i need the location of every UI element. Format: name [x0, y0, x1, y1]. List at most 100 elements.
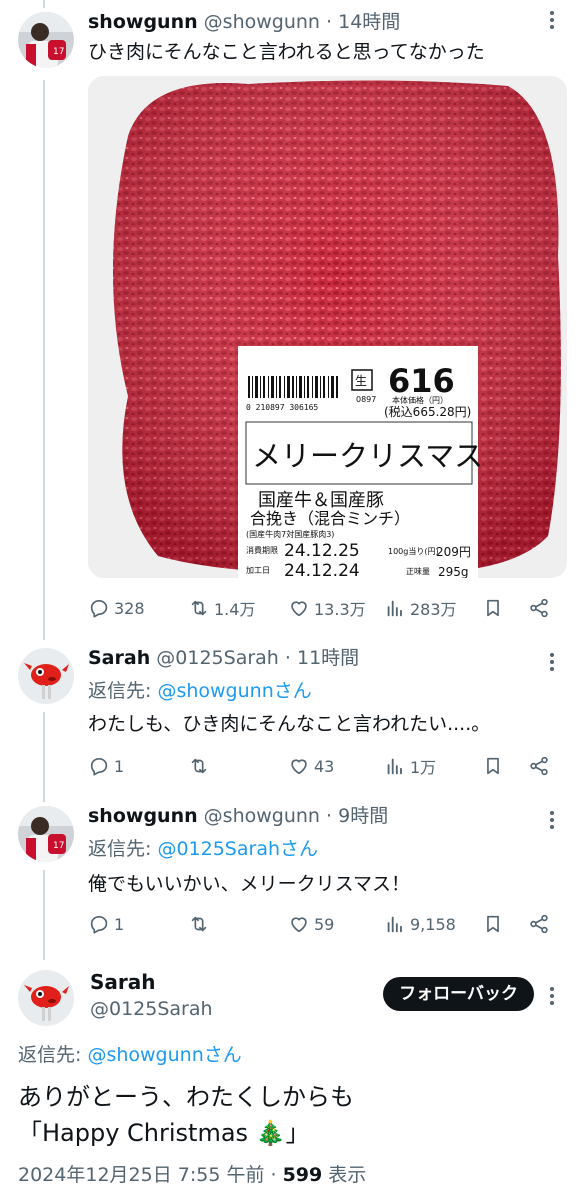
label-unit-price: 209円 — [436, 545, 471, 559]
tweet-text-line1: ありがとーう、わたくしからも — [18, 1083, 354, 1111]
user-handle[interactable]: @showgunn — [204, 11, 320, 33]
label-price-note: 本体価格（円） — [392, 395, 448, 405]
label-product-line1: 国産牛＆国産豚 — [258, 490, 384, 511]
reply-prefix: 返信先: — [88, 838, 158, 860]
label-processed-label: 加工日 — [246, 565, 270, 575]
more-icon[interactable] — [542, 808, 562, 829]
tweet-text-line2: 「Happy Christmas 🎄」 — [18, 1116, 310, 1150]
bookmark-button[interactable] — [482, 910, 508, 938]
retweet-button[interactable]: 1.4万 — [188, 594, 255, 622]
label-price: 616 — [388, 362, 455, 400]
share-button[interactable] — [528, 594, 554, 622]
post-timestamp[interactable]: 2024年12月25日 7:55 午前 — [18, 1164, 264, 1186]
like-button[interactable]: 13.3万 — [288, 594, 366, 622]
like-button[interactable]: 43 — [288, 752, 334, 780]
bookmark-icon — [482, 755, 504, 777]
reply-count: 1 — [114, 756, 125, 776]
share-button[interactable] — [528, 752, 554, 780]
views-icon — [384, 755, 406, 777]
separator: · — [326, 11, 333, 33]
like-count: 13.3万 — [314, 600, 366, 619]
reply-mention-link[interactable]: @showgunnさん — [87, 1044, 241, 1066]
separator: · — [284, 647, 291, 669]
label-tax-price: (税込665.28円) — [384, 405, 471, 419]
views-icon — [384, 913, 406, 935]
text-close: 」 — [285, 1119, 310, 1147]
follow-back-button[interactable]: フォローバック — [383, 977, 534, 1011]
reply-button[interactable]: 328 — [88, 594, 145, 622]
display-name[interactable]: showgunn — [88, 11, 198, 33]
label-unit-label: 100g当り(円) — [388, 546, 439, 556]
label-barcode-number: 0 210897 306165 — [246, 403, 318, 412]
label-product-line2: 合挽き（混合ミンチ） — [250, 509, 410, 528]
separator: · — [326, 805, 333, 827]
separator: · — [264, 1164, 283, 1186]
label-ratio: (国産牛肉7対国産豚肉3) — [246, 529, 334, 539]
tweet-header: showgunn @showgunn · 14時間 — [88, 10, 544, 34]
like-icon — [288, 597, 310, 619]
more-icon[interactable] — [542, 984, 562, 1005]
svg-text:生: 生 — [355, 374, 367, 388]
thread-line-3 — [43, 870, 45, 960]
avatar[interactable] — [18, 970, 74, 1026]
label-expiry: 24.12.25 — [284, 541, 360, 561]
views-icon — [384, 597, 406, 619]
text-open: 「Happy Christmas — [18, 1119, 256, 1147]
like-button[interactable]: 59 — [288, 910, 334, 938]
thread-line-1 — [43, 80, 45, 640]
retweet-icon — [188, 755, 210, 777]
reply-button[interactable]: 1 — [88, 752, 124, 780]
views-button[interactable]: 283万 — [384, 594, 457, 622]
user-handle[interactable]: @showgunn — [204, 805, 320, 827]
display-name[interactable]: Sarah — [90, 970, 156, 994]
bookmark-icon — [482, 597, 504, 619]
more-icon[interactable] — [542, 650, 562, 671]
label-weight-label: 正味量 — [406, 566, 430, 576]
thread-line-top — [43, 0, 45, 8]
tweet-header: Sarah @0125Sarah · 11時間 — [88, 646, 544, 670]
bookmark-button[interactable] — [482, 752, 508, 780]
avatar[interactable] — [18, 806, 74, 862]
avatar[interactable] — [18, 648, 74, 704]
retweet-button[interactable] — [188, 752, 214, 780]
reply-context: 返信先: @0125Sarahさん — [88, 836, 318, 862]
reply-mention-link[interactable]: @showgunnさん — [157, 680, 311, 702]
like-icon — [288, 755, 310, 777]
tweet-text: わたしも、ひき肉にそんなこと言われたい....。 — [88, 713, 491, 735]
price-label: 0 210897 306165 生 0897 616 本体価格（円） (税込66… — [238, 346, 483, 578]
view-count: 283万 — [410, 600, 457, 619]
display-name[interactable]: Sarah — [88, 647, 150, 669]
reply-mention-link[interactable]: @0125Sarahさん — [157, 838, 318, 860]
timestamp[interactable]: 9時間 — [338, 805, 388, 827]
reply-context: 返信先: @showgunnさん — [18, 1042, 242, 1068]
retweet-count: 1.4万 — [214, 600, 256, 619]
timestamp[interactable]: 11時間 — [297, 647, 359, 669]
reply-context: 返信先: @showgunnさん — [88, 678, 312, 704]
views-button[interactable]: 1万 — [384, 752, 436, 780]
tweet-meta: 2024年12月25日 7:55 午前 · 599 表示 — [18, 1160, 366, 1187]
reply-icon — [88, 913, 110, 935]
more-icon[interactable] — [542, 8, 562, 29]
christmas-tree-emoji: 🎄 — [255, 1119, 286, 1147]
view-label: 表示 — [322, 1164, 367, 1186]
tweet-text: ひき肉にそんなこと言われると思ってなかった — [88, 41, 485, 63]
user-handle[interactable]: @0125Sarah — [90, 998, 213, 1020]
reply-prefix: 返信先: — [18, 1044, 88, 1066]
views-button[interactable]: 9,158 — [384, 910, 456, 938]
share-icon — [528, 913, 550, 935]
thread-line-2 — [43, 712, 45, 802]
reply-button[interactable]: 1 — [88, 910, 124, 938]
reply-count: 328 — [114, 598, 145, 618]
avatar[interactable] — [18, 12, 74, 68]
tweet-photo[interactable]: 0 210897 306165 生 0897 616 本体価格（円） (税込66… — [88, 76, 567, 578]
bookmark-button[interactable] — [482, 594, 508, 622]
user-handle[interactable]: @0125Sarah — [156, 647, 279, 669]
share-button[interactable] — [528, 910, 554, 938]
display-name[interactable]: showgunn — [88, 805, 198, 827]
like-icon — [288, 913, 310, 935]
view-count: 1万 — [410, 758, 437, 777]
tweet-text: 俺でもいいかい、メリークリスマス！ — [88, 873, 411, 895]
share-icon — [528, 597, 550, 619]
timestamp[interactable]: 14時間 — [338, 11, 400, 33]
retweet-button[interactable] — [188, 910, 214, 938]
